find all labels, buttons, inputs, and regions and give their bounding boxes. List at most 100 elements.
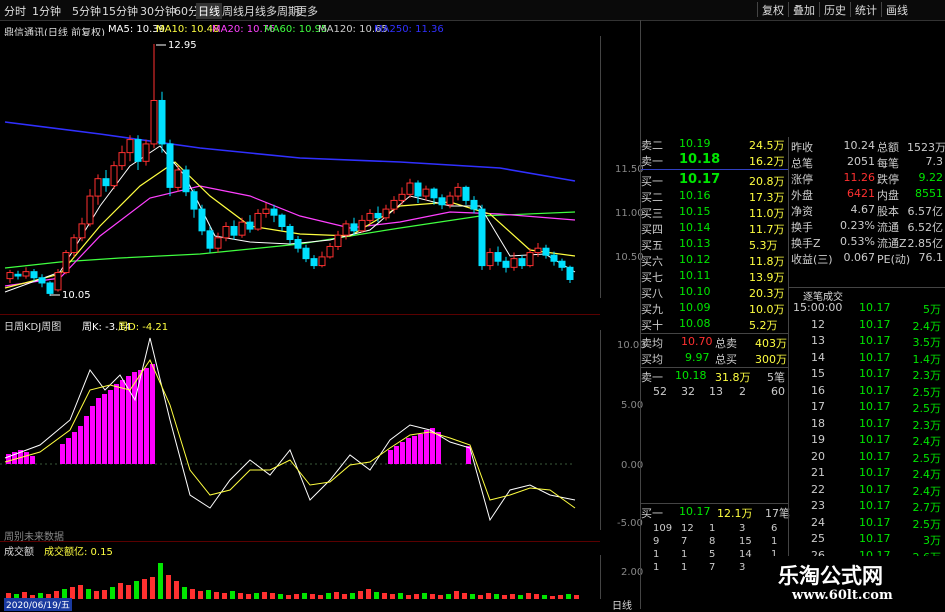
period-tab[interactable]: 分时 bbox=[4, 3, 26, 19]
candle-body bbox=[14, 273, 22, 277]
candle-body bbox=[302, 247, 310, 260]
volume-bar bbox=[454, 591, 459, 599]
volume-bar bbox=[166, 575, 171, 599]
period-tab[interactable]: 5分钟 bbox=[72, 3, 101, 19]
candle-body bbox=[526, 252, 534, 267]
candle-body bbox=[38, 277, 46, 284]
candle-body bbox=[334, 234, 342, 247]
toolbar-button[interactable]: 统计 bbox=[850, 2, 881, 17]
period-tab[interactable]: 周线 bbox=[222, 3, 244, 19]
volume-bar bbox=[430, 594, 435, 599]
volume-bar bbox=[174, 581, 179, 599]
volume-bar bbox=[334, 592, 339, 599]
volume-bar bbox=[222, 593, 227, 599]
volume-bar bbox=[526, 593, 531, 599]
tick-volume: 2.3万 bbox=[912, 369, 942, 382]
bid-volume: 5.2万 bbox=[749, 319, 778, 332]
queue-number: 32 bbox=[681, 385, 695, 398]
period-tab[interactable]: 更多 bbox=[296, 3, 318, 19]
tick-price: 10.17 bbox=[859, 383, 891, 397]
stat-label: 涨停 bbox=[791, 173, 813, 186]
bottom-tab[interactable]: 日线 bbox=[612, 597, 632, 612]
volume-bar bbox=[214, 592, 219, 599]
candle-body bbox=[182, 169, 190, 193]
volume-bar bbox=[470, 594, 475, 599]
volume-bar bbox=[462, 593, 467, 599]
volume-chart[interactable] bbox=[0, 555, 600, 599]
divider bbox=[0, 541, 600, 542]
candle-body bbox=[254, 212, 262, 230]
bid-price: 10.14 bbox=[679, 221, 711, 234]
volume-bar bbox=[182, 587, 187, 599]
kdj-bar bbox=[388, 450, 393, 464]
bid-label: 买四 bbox=[641, 223, 663, 236]
period-tab[interactable]: 1分钟 bbox=[32, 3, 61, 19]
tick-time: 15 bbox=[811, 367, 825, 380]
queue-number: 14 bbox=[739, 549, 752, 560]
kdj-chart[interactable] bbox=[0, 330, 600, 530]
volume-bar bbox=[318, 595, 323, 599]
stat-value: 4.67 bbox=[850, 203, 876, 216]
kdj-bar bbox=[150, 364, 155, 464]
bid-label: 买五 bbox=[641, 239, 663, 252]
tick-volume: 2.5万 bbox=[912, 402, 942, 415]
period-tab[interactable]: 日线 bbox=[196, 3, 222, 19]
kline-chart[interactable]: 12.95 10.05 bbox=[0, 36, 600, 298]
candle-body bbox=[278, 214, 286, 227]
period-tab[interactable]: 月线 bbox=[244, 3, 266, 19]
candle-body bbox=[94, 178, 102, 197]
queue-number: 9 bbox=[653, 536, 660, 547]
volume-bar bbox=[478, 595, 483, 599]
toolbar-button[interactable]: 叠加 bbox=[788, 2, 819, 17]
period-tab[interactable]: 多周期 bbox=[266, 3, 299, 19]
candle-body bbox=[342, 223, 350, 236]
queue-sell-volume: 31.8万 bbox=[715, 371, 751, 384]
stat-value: 2051 bbox=[847, 155, 875, 168]
candle-body bbox=[486, 252, 494, 267]
kline-y-axis: 11.50 11.00 10.50 bbox=[600, 36, 644, 298]
candle-body bbox=[566, 266, 574, 280]
ask-label: 卖一 bbox=[641, 155, 663, 168]
avg-buy-price: 9.97 bbox=[685, 351, 710, 364]
volume-bar bbox=[350, 593, 355, 599]
bid-label: 买三 bbox=[641, 207, 663, 220]
period-tab[interactable]: 30分钟 bbox=[140, 3, 176, 19]
queue-sell-count: 5笔 bbox=[767, 371, 785, 384]
volume-bar bbox=[518, 595, 523, 599]
tick-price: 10.17 bbox=[859, 334, 891, 347]
bid-price: 10.16 bbox=[679, 189, 711, 202]
queue-number: 7 bbox=[709, 562, 716, 573]
candle-body bbox=[206, 230, 214, 249]
candle-body bbox=[510, 258, 518, 268]
kdj-bar bbox=[114, 384, 119, 464]
stat-label: 流通 bbox=[877, 221, 899, 234]
queue-number: 1 bbox=[771, 536, 778, 547]
candle-body bbox=[494, 252, 502, 262]
tick-volume: 2.7万 bbox=[912, 501, 942, 514]
volume-bar bbox=[118, 583, 123, 599]
stat-label: 净资 bbox=[791, 205, 813, 218]
toolbar-button[interactable]: 历史 bbox=[819, 2, 850, 17]
tick-time: 20 bbox=[811, 449, 825, 463]
period-tab[interactable]: 15分钟 bbox=[102, 3, 138, 19]
bid-volume: 11.8万 bbox=[749, 255, 785, 268]
kdj-bar bbox=[144, 368, 149, 464]
volume-bar bbox=[142, 579, 147, 599]
stat-value: 9.22 bbox=[918, 171, 944, 184]
bid-volume: 20.3万 bbox=[749, 287, 785, 300]
volume-bar bbox=[286, 595, 291, 599]
toolbar-button[interactable]: 复权 bbox=[757, 2, 788, 17]
candle-body bbox=[86, 195, 94, 225]
stat-value: 1523万 bbox=[907, 141, 945, 154]
total-sell: 403万 bbox=[755, 337, 787, 350]
total-buy-label: 总买 bbox=[715, 353, 737, 366]
candle-body bbox=[318, 256, 326, 267]
toolbar-button[interactable]: 画线 bbox=[881, 2, 912, 17]
tick-price: 10.17 bbox=[859, 515, 891, 529]
queue-number: 5 bbox=[709, 549, 716, 560]
queue-number: 109 bbox=[653, 523, 673, 534]
stat-label: PE(动) bbox=[877, 253, 911, 266]
candle-body bbox=[398, 193, 406, 201]
volume-bar bbox=[534, 594, 539, 599]
ask-price: 10.19 bbox=[679, 137, 711, 150]
